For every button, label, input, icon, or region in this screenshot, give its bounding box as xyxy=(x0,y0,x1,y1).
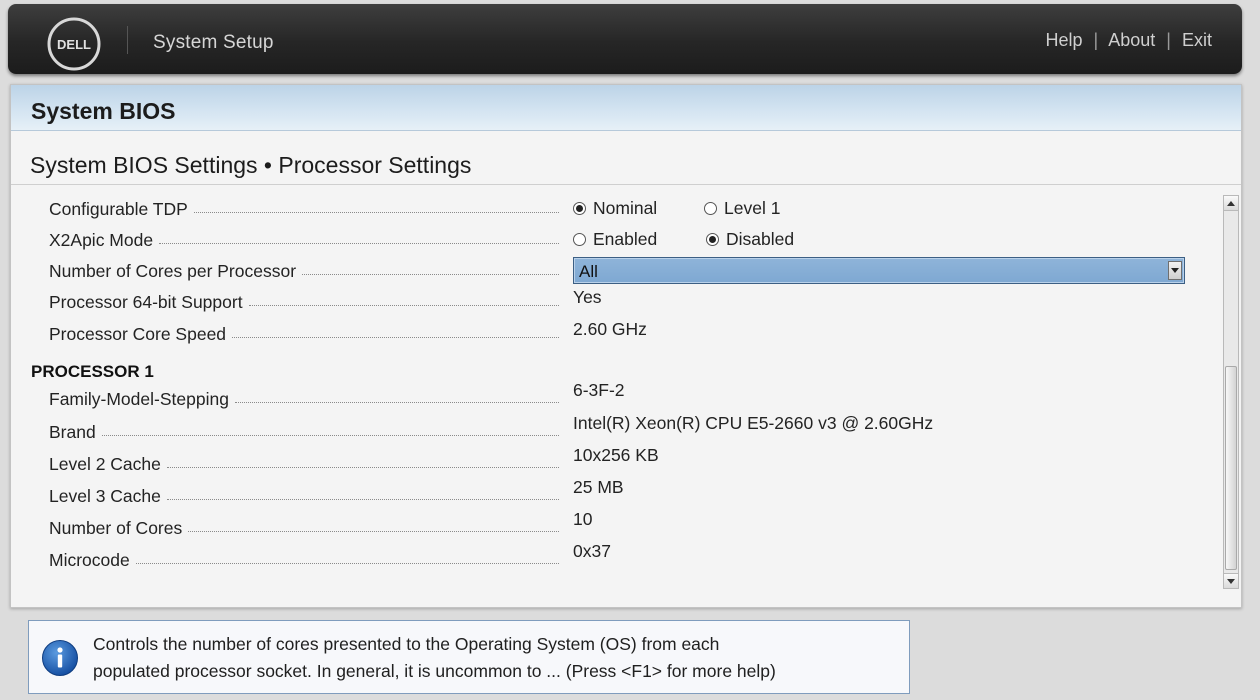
breadcrumb: System BIOS Settings • Processor Setting… xyxy=(30,152,472,178)
setting-label-wrap: X2Apic Mode xyxy=(49,225,559,255)
radio-x2apic-enabled[interactable]: Enabled xyxy=(573,229,657,250)
setting-label: Microcode xyxy=(49,549,130,570)
setting-value: Intel(R) Xeon(R) CPU E5-2660 v3 @ 2.60GH… xyxy=(573,413,934,433)
section-heading-processor-1: PROCESSOR 1 xyxy=(31,362,154,381)
link-separator: | xyxy=(1166,30,1171,50)
info-row-microcode: Microcode 0x37 xyxy=(11,541,1216,575)
info-row-level3-cache: Level 3 Cache 25 MB xyxy=(11,477,1216,511)
setting-label-wrap: Level 3 Cache xyxy=(49,481,559,511)
setting-row-64bit-support: Processor 64-bit Support Yes xyxy=(11,287,1216,317)
setting-label: Brand xyxy=(49,421,96,442)
dotted-leader xyxy=(188,530,559,532)
help-text-line: populated processor socket. In general, … xyxy=(93,661,776,681)
help-text: Controls the number of cores presented t… xyxy=(93,631,893,685)
radio-selected-icon xyxy=(573,202,586,215)
cores-per-processor-dropdown[interactable]: All xyxy=(573,257,1185,284)
setting-label-wrap: Family-Model-Stepping xyxy=(49,384,559,414)
setting-value: 10 xyxy=(573,509,593,529)
help-link[interactable]: Help xyxy=(1045,30,1082,50)
info-row-family-model-stepping: Family-Model-Stepping 6-3F-2 xyxy=(11,380,1216,414)
dotted-leader xyxy=(302,273,559,275)
setting-label: Number of Cores per Processor xyxy=(49,260,297,281)
settings-list: Configurable TDP Nominal Level 1 X2Apic … xyxy=(11,186,1216,596)
dotted-leader xyxy=(166,466,559,468)
setting-label: Level 2 Cache xyxy=(49,453,161,474)
setting-label: X2Apic Mode xyxy=(49,229,154,250)
breadcrumb-header: System BIOS Settings • Processor Setting… xyxy=(11,131,1241,185)
setting-label-wrap: Configurable TDP xyxy=(49,194,559,224)
dotted-leader xyxy=(232,336,559,338)
setting-value: Yes xyxy=(573,287,602,307)
logo-text: DELL xyxy=(57,37,91,52)
dotted-leader xyxy=(193,211,559,213)
setting-label: Processor Core Speed xyxy=(49,323,227,344)
header-divider xyxy=(127,26,128,54)
dotted-leader xyxy=(166,498,559,500)
setting-label: Family-Model-Stepping xyxy=(49,388,229,409)
radio-x2apic-disabled[interactable]: Disabled xyxy=(706,229,794,250)
radio-label: Enabled xyxy=(593,229,658,249)
help-text-line: Controls the number of cores presented t… xyxy=(93,634,720,654)
setting-label-wrap: Microcode xyxy=(49,545,559,575)
radio-unselected-icon xyxy=(573,233,586,246)
setting-value: 6-3F-2 xyxy=(573,380,625,400)
vertical-scrollbar[interactable] xyxy=(1223,195,1239,589)
setting-row-configurable-tdp: Configurable TDP Nominal Level 1 xyxy=(11,194,1216,224)
about-link[interactable]: About xyxy=(1108,30,1155,50)
info-row-level2-cache: Level 2 Cache 10x256 KB xyxy=(11,445,1216,479)
setting-row-core-speed: Processor Core Speed 2.60 GHz xyxy=(11,319,1216,349)
page-title: System BIOS xyxy=(31,98,176,124)
setting-label-wrap: Number of Cores xyxy=(49,513,559,543)
info-row-brand: Brand Intel(R) Xeon(R) CPU E5-2660 v3 @ … xyxy=(11,413,1216,447)
radio-label: Nominal xyxy=(593,198,658,218)
top-header-bar: DELL System Setup Help | About | Exit xyxy=(8,4,1242,74)
dotted-leader xyxy=(234,401,559,403)
radio-label: Disabled xyxy=(726,229,795,249)
dotted-leader xyxy=(159,242,559,244)
app-title: System Setup xyxy=(153,32,274,53)
chevron-down-icon[interactable] xyxy=(1168,261,1182,280)
info-icon xyxy=(42,640,78,676)
setting-label-wrap: Brand xyxy=(49,417,559,447)
info-row-number-of-cores: Number of Cores 10 xyxy=(11,509,1216,543)
setting-value: 0x37 xyxy=(573,541,611,561)
dropdown-selected-value: All xyxy=(579,262,598,281)
scroll-up-icon[interactable] xyxy=(1224,196,1238,211)
setting-label-wrap: Processor 64-bit Support xyxy=(49,287,559,317)
exit-link[interactable]: Exit xyxy=(1182,30,1212,50)
panel-header: System BIOS xyxy=(11,85,1241,131)
scroll-down-icon[interactable] xyxy=(1224,573,1238,588)
scroll-thumb[interactable] xyxy=(1225,366,1237,570)
dotted-leader xyxy=(101,434,559,436)
radio-unselected-icon xyxy=(704,202,717,215)
setting-label: Configurable TDP xyxy=(49,198,188,219)
setting-row-x2apic-mode: X2Apic Mode Enabled Disabled xyxy=(11,225,1216,255)
setting-label-wrap: Level 2 Cache xyxy=(49,449,559,479)
main-panel: System BIOS System BIOS Settings • Proce… xyxy=(10,84,1242,608)
setting-value: 25 MB xyxy=(573,477,624,497)
link-separator: | xyxy=(1093,30,1099,50)
setting-label: Level 3 Cache xyxy=(49,485,161,506)
help-box: Controls the number of cores presented t… xyxy=(28,620,910,694)
radio-label: Level 1 xyxy=(724,198,781,218)
dotted-leader xyxy=(248,304,559,306)
setting-value: 10x256 KB xyxy=(573,445,659,465)
header-links: Help | About | Exit xyxy=(1045,30,1212,51)
setting-label-wrap: Number of Cores per Processor xyxy=(49,256,559,286)
setting-row-cores-per-processor: Number of Cores per Processor All xyxy=(11,256,1216,286)
dotted-leader xyxy=(135,562,559,564)
setting-label: Number of Cores xyxy=(49,517,183,538)
radio-tdp-level1[interactable]: Level 1 xyxy=(704,198,780,219)
setting-value: 2.60 GHz xyxy=(573,319,647,339)
radio-selected-icon xyxy=(706,233,719,246)
dell-logo: DELL xyxy=(47,17,101,71)
setting-label-wrap: Processor Core Speed xyxy=(49,319,559,349)
setting-label: Processor 64-bit Support xyxy=(49,291,243,312)
radio-tdp-nominal[interactable]: Nominal xyxy=(573,198,657,219)
